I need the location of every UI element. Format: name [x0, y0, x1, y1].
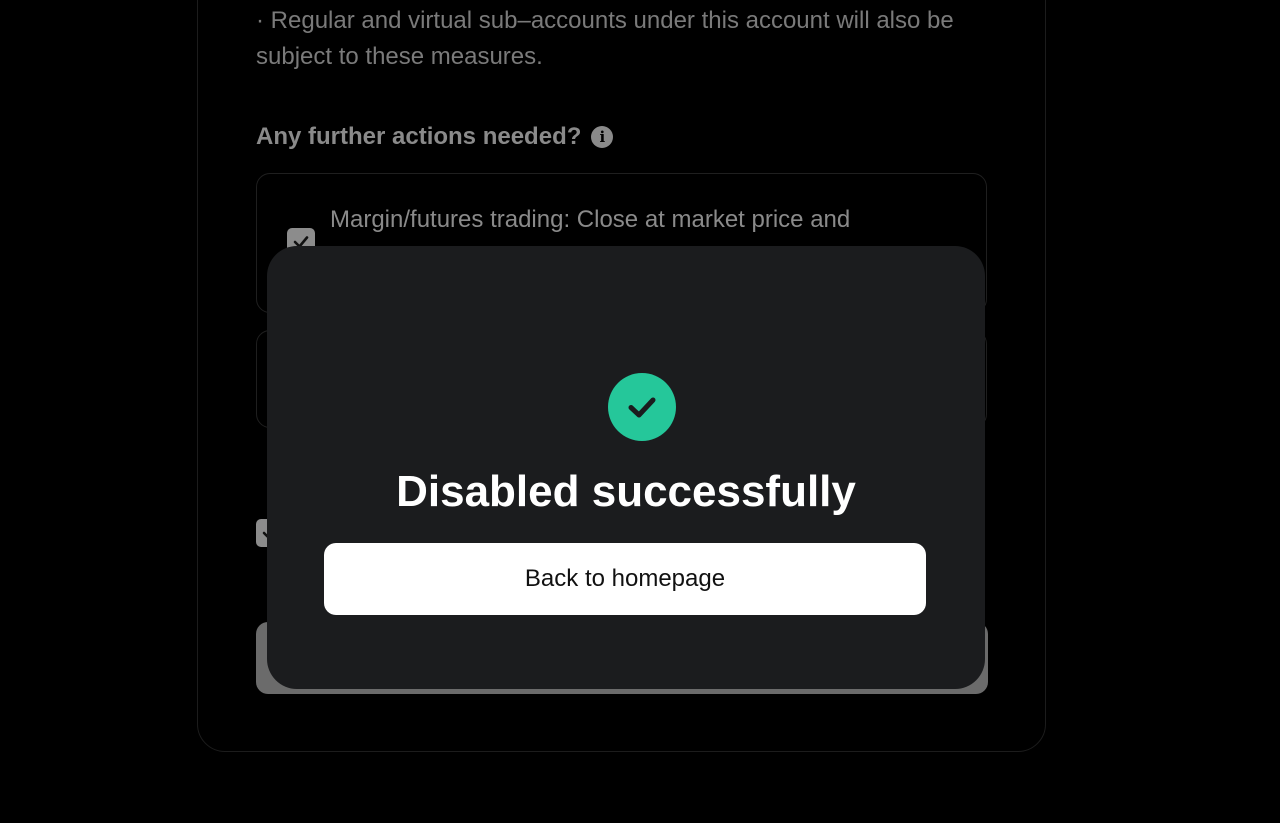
close-positions-label: Margin/futures trading: Close at market … [330, 206, 851, 233]
further-actions-heading: Any further actions needed? i [256, 123, 614, 151]
info-icon[interactable]: i [591, 126, 614, 148]
back-to-homepage-button[interactable]: Back to homepage [324, 543, 926, 615]
modal-title: Disabled successfully [396, 467, 856, 516]
page: · Regular and virtual sub–accounts under… [0, 0, 1280, 823]
success-modal: Disabled successfully Back to homepage [267, 246, 985, 689]
sub-account-notice: · Regular and virtual sub–accounts under… [256, 7, 954, 70]
further-actions-label: Any further actions needed? [256, 123, 582, 150]
checkmark-icon [628, 397, 656, 418]
check-circle-icon [608, 373, 676, 441]
